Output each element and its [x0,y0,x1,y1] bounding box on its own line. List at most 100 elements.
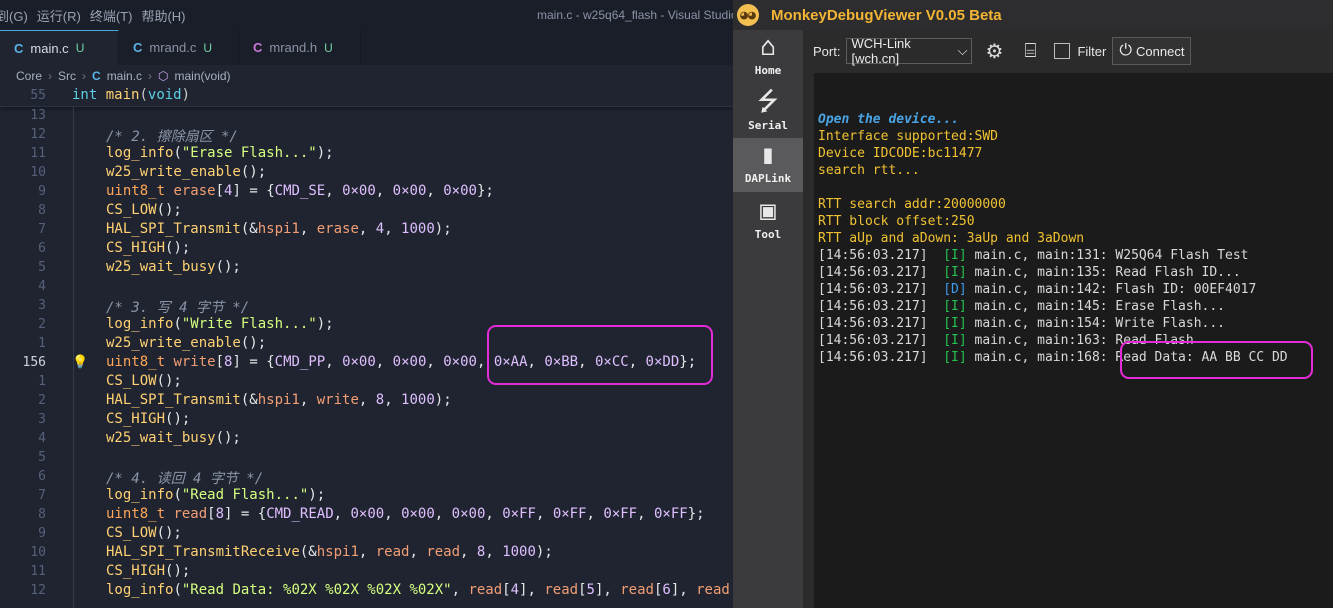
line-number: 2 [38,317,46,332]
gear-icon[interactable]: ⚙ [980,37,1008,65]
log-level-tag: [I] [943,350,967,365]
port-select[interactable]: WCH-Link [wch.cn] ⌵ [846,36,973,66]
code-text: w25_write_enable(); [106,335,267,351]
untracked-badge: U [75,41,85,55]
code-line[interactable]: 3 /* 3. 写 4 字节 */ [0,297,733,316]
code-text: /* 3. 写 4 字节 */ [106,300,250,316]
code-text: CS_LOW(); [106,202,182,218]
line-number: 8 [38,203,46,218]
code-text: HAL_SPI_TransmitReceive(&hspi1, read, re… [106,544,553,560]
sidebar-item-tool[interactable]: ▣ Tool [733,194,803,248]
tab-main-c[interactable]: C main.c U [0,30,119,65]
window-title: main.c - w25q64_flash - Visual Studio [537,8,733,22]
breadcrumb-symbol[interactable]: main(void) [175,69,231,83]
sidebar-item-label: DAPLink [744,172,792,185]
code-line[interactable]: 11 log_info("Erase Flash..."); [0,145,733,164]
code-line[interactable]: 8 CS_LOW(); [0,202,733,221]
editor-tab-bar: C main.c U C mrand.c U C mrand.h U [0,30,733,65]
line-number: 10 [30,165,46,180]
code-line[interactable]: 6 /* 4. 读回 4 字节 */ [0,468,733,487]
line-number: 5 [38,260,46,275]
console-info-line: RTT aUp and aDown: 3aUp and 3aDown [818,231,1085,246]
breadcrumb-src[interactable]: Src [58,69,76,83]
tab-mrand-c[interactable]: C mrand.c U [119,30,239,65]
code-line[interactable]: 2 HAL_SPI_Transmit(&hspi1, write, 8, 1000… [0,392,733,411]
tab-label: main.c [30,40,69,56]
clear-broom-icon[interactable]: ⌸ [1016,37,1044,65]
sticky-scroll-line[interactable]: 55 int main(void) [0,86,733,107]
code-line[interactable]: 8 uint8_t read[8] = {CMD_READ, 0×00, 0×00… [0,506,733,525]
sidebar-item-label: Serial [748,119,788,132]
console-log-line: [14:56:03.217] [I] main.c, main:131: W25… [818,247,1248,264]
untracked-badge: U [324,40,333,55]
console-info-line: search rtt... [818,163,920,178]
function-symbol-icon: ⬡ [158,69,169,83]
code-line[interactable]: 10 w25_write_enable(); [0,164,733,183]
code-text: HAL_SPI_Transmit(&hspi1, write, 8, 1000)… [106,392,452,408]
viewer-toolbar: Port: WCH-Link [wch.cn] ⌵ ⚙ ⌸ Filter ⏻ C… [803,30,1333,72]
code-line[interactable]: 4 w25_wait_busy(); [0,430,733,449]
filter-checkbox[interactable] [1054,43,1071,59]
code-line[interactable]: 5 w25_wait_busy(); [0,259,733,278]
menu-terminal[interactable]: 终端(T) [90,6,142,25]
code-line[interactable]: 6 CS_HIGH(); [0,240,733,259]
code-text: /* 2. 擦除扇区 */ [106,129,238,145]
log-message: main.c, main:131: W25Q64 Flash Test [966,248,1249,263]
code-line[interactable]: 7 log_info("Read Flash..."); [0,487,733,506]
sidebar-item-serial[interactable]: ⭍ Serial [733,85,803,139]
code-line[interactable]: 7 HAL_SPI_Transmit(&hspi1, erase, 4, 1000… [0,221,733,240]
power-icon: ⏻ [1119,42,1133,59]
connect-label: Connect [1136,43,1185,59]
code-line[interactable]: 3 CS_HIGH(); [0,411,733,430]
line-number: 7 [38,488,46,503]
tab-mrand-h[interactable]: C mrand.h U [239,30,361,65]
port-value: WCH-Link [wch.cn] [851,36,911,66]
lightbulb-icon[interactable]: 💡 [72,355,88,370]
sidebar-item-home[interactable]: ⌂ Home [733,30,803,84]
breadcrumb: Core › Src › C main.c › ⬡ main(void) [0,66,733,86]
menu-go[interactable]: 到(G) [0,6,37,25]
line-number: 2 [38,393,46,408]
line-number: 13 [30,108,46,123]
console-info-line: Device IDCODE:bc11477 [818,146,983,161]
log-level-tag: [I] [943,265,967,280]
code-text: w25_write_enable(); [106,164,267,180]
sticky-code: int main(void) [72,87,191,103]
chevron-right-icon: › [148,69,153,83]
breadcrumb-file[interactable]: main.c [107,69,142,83]
line-number: 4 [38,279,46,294]
code-text: w25_wait_busy(); [106,430,241,446]
sidebar-item-daplink[interactable]: ▮ DAPLink [733,138,803,192]
code-text: uint8_t erase[4] = {CMD_SE, 0×00, 0×00, … [106,183,494,199]
menu-run[interactable]: 运行(R) [37,6,90,25]
log-timestamp: [14:56:03.217] [818,248,944,263]
toolbox-icon: ▣ [760,196,776,226]
code-line[interactable]: 9 CS_LOW(); [0,525,733,544]
chevron-right-icon: › [48,69,53,83]
untracked-badge: U [203,40,213,55]
code-line[interactable]: 12 log_info("Read Data: %02X %02X %02X %0… [0,582,733,601]
line-number: 5 [38,450,46,465]
code-line[interactable]: 10 HAL_SPI_TransmitReceive(&hspi1, read, … [0,544,733,563]
log-timestamp: [14:56:03.217] [818,316,944,331]
console-log-line: [14:56:03.217] [I] main.c, main:145: Era… [818,298,1225,315]
code-line[interactable]: 12 /* 2. 擦除扇区 */ [0,126,733,145]
line-number: 9 [38,184,46,199]
code-line[interactable]: 9 uint8_t erase[4] = {CMD_SE, 0×00, 0×00,… [0,183,733,202]
log-level-tag: [I] [943,248,967,263]
line-number: 8 [38,507,46,522]
connect-button[interactable]: ⏻ Connect [1112,37,1192,65]
code-text: log_info("Read Flash..."); [106,487,326,503]
breadcrumb-core[interactable]: Core [16,69,42,83]
menu-bar: 到(G) 运行(R) 终端(T) 帮助(H) main.c - w25q64_f… [0,0,733,30]
code-line[interactable]: 13 [0,107,733,126]
filter-label: Filter [1077,43,1107,59]
line-number: 6 [38,241,46,256]
menu-help[interactable]: 帮助(H) [141,6,194,25]
code-line[interactable]: 5 [0,449,733,468]
code-line[interactable]: 4 [0,278,733,297]
code-line[interactable]: 11 CS_HIGH(); [0,563,733,582]
console-log-line: [14:56:03.217] [I] main.c, main:135: Rea… [818,264,1241,281]
log-message: main.c, main:145: Erase Flash... [966,299,1225,314]
code-text: HAL_SPI_Transmit(&hspi1, erase, 4, 1000)… [106,221,452,237]
